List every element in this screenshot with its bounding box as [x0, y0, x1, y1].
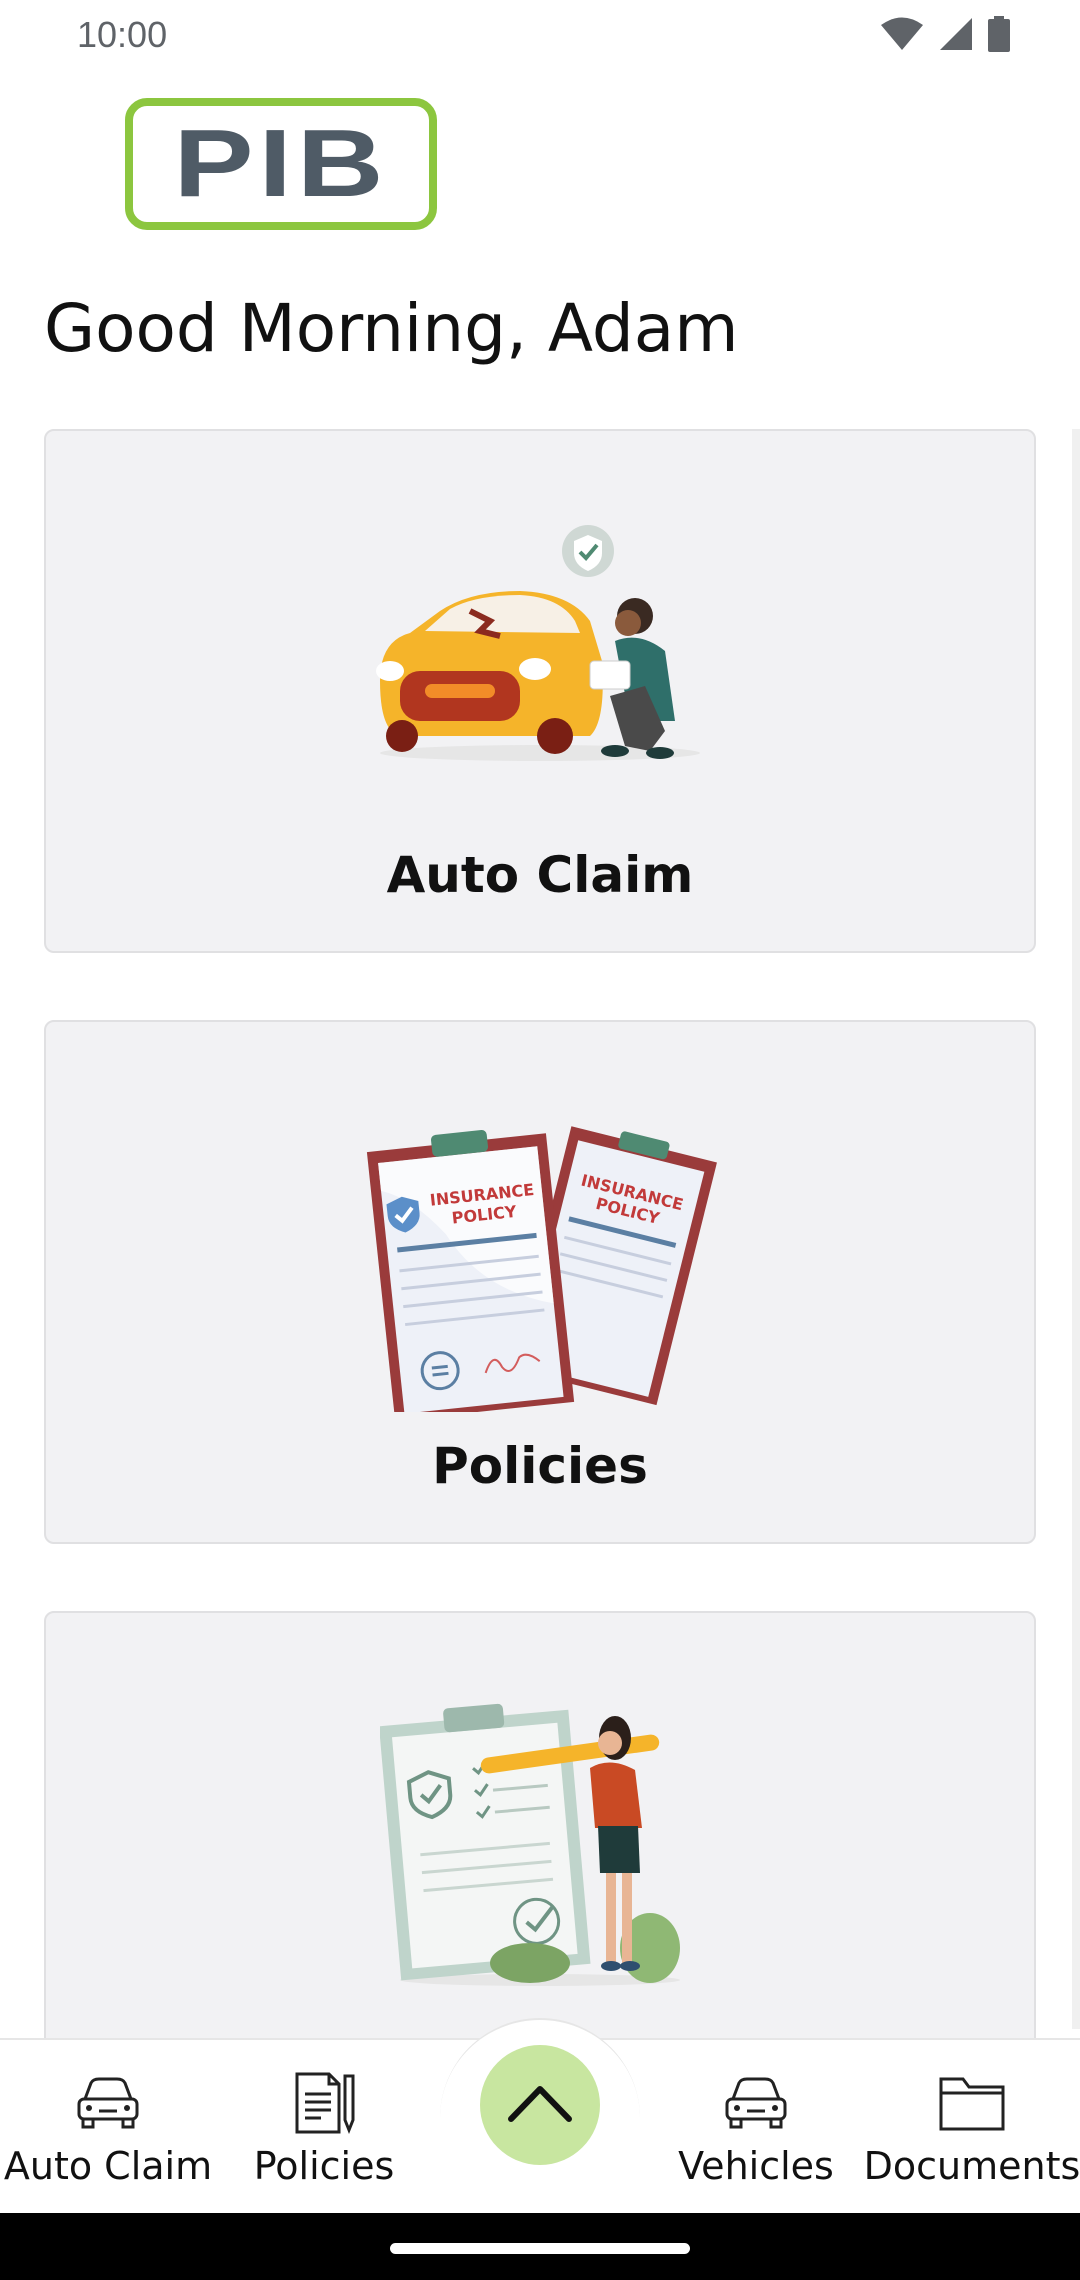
- nav-policies-label: Policies: [253, 2144, 395, 2188]
- system-navigation-bar: [0, 2213, 1080, 2280]
- signal-icon: [938, 16, 974, 56]
- car-icon: [719, 2068, 793, 2138]
- logo-text: PIB: [173, 110, 389, 217]
- auto-claim-label: Auto Claim: [386, 846, 694, 904]
- nav-auto-claim[interactable]: Auto Claim: [0, 2068, 218, 2188]
- car-damage-inspection-illustration: [370, 521, 710, 771]
- greeting-title: Good Morning, Adam: [44, 290, 739, 367]
- insurance-policy-documents-illustration: INSURANCE POLICY INSURANCE POLICY: [360, 1112, 720, 1421]
- checklist-woman-pencil-illustration: [379, 1698, 700, 1988]
- nav-documents-label: Documents: [863, 2144, 1080, 2188]
- chevron-up-icon: [505, 2081, 575, 2129]
- home-gesture-handle[interactable]: [390, 2243, 690, 2254]
- policies-card[interactable]: INSURANCE POLICY INSURANCE POLICY Polici…: [44, 1020, 1036, 1544]
- status-time: 10:00: [77, 14, 168, 55]
- nav-auto-claim-label: Auto Claim: [3, 2144, 213, 2188]
- car-icon: [71, 2068, 145, 2138]
- nav-documents[interactable]: Documents: [862, 2068, 1080, 2188]
- status-bar: 10:00: [0, 0, 1080, 70]
- folder-icon: [935, 2068, 1009, 2138]
- policies-label: Policies: [432, 1437, 648, 1495]
- battery-icon: [988, 16, 1010, 56]
- expand-fab-button[interactable]: [480, 2045, 600, 2165]
- pib-logo: PIB: [125, 98, 437, 230]
- wifi-icon: [880, 16, 924, 56]
- document-pencil-icon: [287, 2068, 361, 2138]
- auto-claim-card[interactable]: Auto Claim: [44, 429, 1036, 953]
- status-icons: [880, 16, 1010, 56]
- nav-vehicles[interactable]: Vehicles: [646, 2068, 866, 2188]
- nav-vehicles-label: Vehicles: [678, 2144, 834, 2188]
- nav-policies[interactable]: Policies: [214, 2068, 434, 2188]
- scrollbar: [1072, 429, 1080, 2029]
